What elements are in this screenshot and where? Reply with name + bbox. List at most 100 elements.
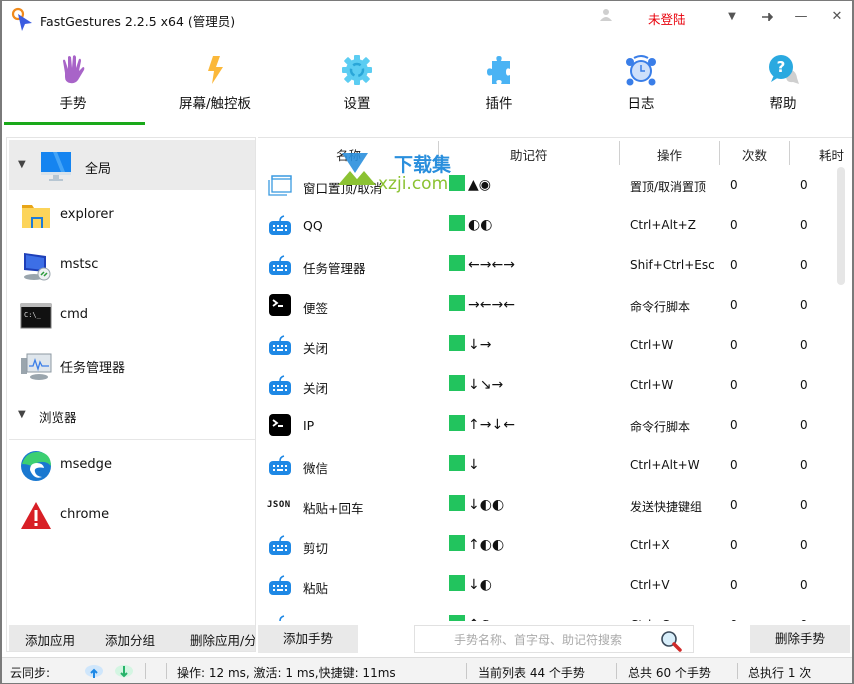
cloud-download-icon[interactable] <box>114 661 134 681</box>
tab-plugins[interactable]: 插件 <box>428 41 570 125</box>
gesture-action: 发送快捷键组 <box>630 500 703 514</box>
app-item-chrome[interactable]: chrome <box>9 490 255 540</box>
gesture-count: 0 <box>730 618 738 621</box>
minimize-button[interactable]: — <box>790 7 812 27</box>
tab-label: 设置 <box>343 96 371 112</box>
table-row[interactable]: 便签 →←→← 命令行脚本 0 0 <box>258 286 838 326</box>
task-manager-icon <box>21 353 52 380</box>
gesture-start-marker <box>449 415 465 431</box>
keyboard-icon <box>268 253 292 277</box>
search-icon[interactable] <box>659 629 683 653</box>
tab-label: 日志 <box>627 96 655 112</box>
gesture-time: 0 <box>800 498 808 512</box>
login-status[interactable]: 未登陆 <box>648 9 686 28</box>
app-logo-icon <box>11 7 32 31</box>
gesture-action: Ctrl+Alt+Z <box>630 218 696 232</box>
gesture-action: Ctrl+W <box>630 338 674 352</box>
header-time[interactable]: 耗时 <box>819 145 844 164</box>
gesture-count: 0 <box>730 338 738 352</box>
gesture-mnemonic: ↓◐ <box>449 575 492 593</box>
gesture-time: 0 <box>800 618 808 621</box>
app-item-msedge[interactable]: msedge <box>9 440 255 490</box>
header-name[interactable]: 名称 <box>336 145 361 164</box>
gesture-count: 0 <box>730 458 738 472</box>
status-divider <box>616 663 617 679</box>
close-button[interactable]: ✕ <box>826 7 848 27</box>
gesture-start-marker <box>449 575 465 591</box>
column-divider[interactable] <box>719 141 720 165</box>
gesture-time: 0 <box>800 218 808 232</box>
app-item-cmd[interactable]: C:\_ cmd <box>9 290 255 340</box>
table-row[interactable]: 关闭 ↓↘→ Ctrl+W 0 0 <box>258 366 838 406</box>
window-icon <box>268 173 292 197</box>
pin-button[interactable] <box>756 7 778 27</box>
status-divider <box>145 663 146 679</box>
column-divider[interactable] <box>438 141 439 165</box>
gesture-count: 0 <box>730 218 738 232</box>
table-row[interactable]: 复制 ↑◐ Ctrl+C 0 0 <box>258 606 838 621</box>
gesture-time: 0 <box>800 178 808 192</box>
table-row[interactable]: 窗口置顶/取消 ▲◉ 置顶/取消置顶 0 0 <box>258 166 838 206</box>
total-gesture-count: 总共 60 个手势 <box>628 666 711 680</box>
table-row[interactable]: 关闭 ↓→ Ctrl+W 0 0 <box>258 326 838 366</box>
alarm-clock-icon <box>626 55 656 86</box>
table-row[interactable]: JSON 粘贴+回车 ↓◐◐ 发送快捷键组 0 0 <box>258 486 838 526</box>
menu-dropdown-button[interactable]: ▼ <box>721 7 743 27</box>
gesture-mnemonic: ↓↘→ <box>449 375 503 393</box>
caret-down-icon[interactable]: ▼ <box>18 159 26 170</box>
app-item-explorer[interactable]: explorer <box>9 190 255 240</box>
gesture-name: 剪切 <box>303 541 329 556</box>
tab-gestures[interactable]: 手势 <box>2 41 144 125</box>
gesture-action: 置顶/取消置顶 <box>630 180 707 194</box>
tab-settings[interactable]: 设置 <box>286 41 428 125</box>
mnemonic-symbols: ↓↘→ <box>468 377 504 393</box>
gesture-mnemonic: ↓→ <box>449 335 491 353</box>
edge-icon <box>21 451 51 481</box>
header-mnemonic[interactable]: 助记符 <box>510 145 548 164</box>
group-global[interactable]: ▼ 全局 <box>9 140 255 190</box>
app-name: msedge <box>60 457 112 472</box>
app-name: explorer <box>60 207 114 222</box>
table-row[interactable]: QQ ◐◐ Ctrl+Alt+Z 0 0 <box>258 206 838 246</box>
current-list-count: 当前列表 44 个手势 <box>478 666 585 680</box>
mnemonic-symbols: →←→← <box>468 297 515 313</box>
add-group-button[interactable]: 添加分组 <box>105 630 155 649</box>
gesture-count: 0 <box>730 578 738 592</box>
table-row[interactable]: 粘贴 ↓◐ Ctrl+V 0 0 <box>258 566 838 606</box>
user-icon[interactable] <box>599 8 613 22</box>
gesture-time: 0 <box>800 378 808 392</box>
pin-icon <box>762 13 774 21</box>
column-divider[interactable] <box>789 141 790 165</box>
mnemonic-symbols: ↑→↓← <box>468 417 515 433</box>
app-item-mstsc[interactable]: mstsc <box>9 240 255 290</box>
monitor-icon <box>41 152 71 181</box>
add-gesture-button[interactable]: 添加手势 <box>258 625 358 653</box>
tab-log[interactable]: 日志 <box>570 41 712 125</box>
svg-text:C:\_: C:\_ <box>24 311 42 319</box>
table-row[interactable]: 任务管理器 ←→←→ Shif+Ctrl+Esc 0 0 <box>258 246 838 286</box>
column-divider[interactable] <box>619 141 620 165</box>
gesture-name: 关闭 <box>303 341 329 356</box>
status-divider <box>166 663 167 679</box>
header-action[interactable]: 操作 <box>657 145 682 164</box>
table-row[interactable]: IP ↑→↓← 命令行脚本 0 0 <box>258 406 838 446</box>
table-row[interactable]: 剪切 ↑◐◐ Ctrl+X 0 0 <box>258 526 838 566</box>
tab-help[interactable]: ? 帮助 <box>712 41 854 125</box>
delete-app-group-button[interactable]: 删除应用/分组 <box>190 630 255 649</box>
vertical-scrollbar[interactable] <box>837 167 845 285</box>
gesture-search-box <box>414 625 694 653</box>
app-item-task-manager[interactable]: 任务管理器 <box>9 340 255 390</box>
gesture-search-input[interactable] <box>423 630 653 650</box>
table-row[interactable]: 微信 ↓ Ctrl+Alt+W 0 0 <box>258 446 838 486</box>
header-count[interactable]: 次数 <box>742 145 767 164</box>
remote-desktop-icon <box>24 253 51 281</box>
tab-screen-touchpad[interactable]: 屏幕/触控板 <box>144 41 286 125</box>
group-browsers[interactable]: ▼ 浏览器 <box>9 390 255 440</box>
gesture-action: 命令行脚本 <box>630 420 691 434</box>
gesture-count: 0 <box>730 258 738 272</box>
delete-gesture-button[interactable]: 删除手势 <box>750 625 850 653</box>
cloud-upload-icon[interactable] <box>84 661 104 681</box>
caret-down-icon[interactable]: ▼ <box>18 409 26 420</box>
add-app-button[interactable]: 添加应用 <box>25 630 75 649</box>
terminal-icon: C:\_ <box>20 303 52 329</box>
